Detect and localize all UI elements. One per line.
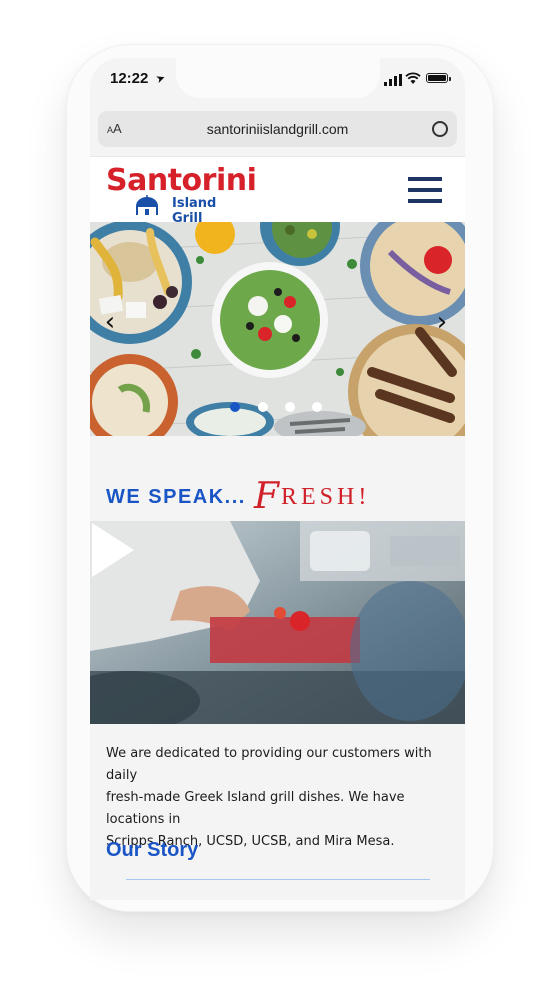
headline: WE SPEAK... F RESH! bbox=[106, 476, 456, 517]
chevron-left-icon[interactable]: ‹ bbox=[100, 309, 120, 335]
battery-icon bbox=[426, 73, 451, 83]
carousel-dot[interactable] bbox=[285, 402, 295, 412]
intro-line: fresh-made Greek Island grill dishes. We… bbox=[106, 790, 405, 827]
dome-chapel-icon bbox=[136, 195, 158, 215]
url-text[interactable]: santoriniislandgrill.com bbox=[98, 121, 457, 137]
headline-lead: WE SPEAK... bbox=[106, 486, 246, 508]
play-icon[interactable] bbox=[90, 521, 136, 579]
location-arrow-icon: ➤ bbox=[154, 71, 168, 87]
wifi-icon bbox=[405, 72, 421, 84]
headline-fresh-initial: F bbox=[254, 476, 279, 517]
notch bbox=[176, 58, 380, 98]
carousel-dot[interactable] bbox=[230, 402, 240, 412]
reload-icon[interactable] bbox=[432, 121, 448, 137]
kitchen-video-thumbnail bbox=[90, 521, 465, 724]
divider bbox=[126, 879, 430, 880]
headline-fresh-rest: RESH! bbox=[281, 484, 371, 510]
our-story-heading: Our Story bbox=[106, 839, 199, 861]
logo-name: Santorini bbox=[106, 163, 257, 198]
status-bar: 12:22 ➤ bbox=[90, 58, 465, 102]
carousel-dot[interactable] bbox=[312, 402, 322, 412]
hamburger-menu-icon[interactable] bbox=[408, 177, 442, 203]
food-carousel: ‹ › bbox=[90, 222, 465, 436]
intro-text: We are dedicated to providing our custom… bbox=[106, 743, 456, 853]
browser-address-bar[interactable]: AA santoriniislandgrill.com bbox=[98, 111, 457, 147]
chevron-right-icon[interactable]: › bbox=[432, 309, 452, 335]
carousel-dot[interactable] bbox=[258, 402, 268, 412]
status-time: 12:22 bbox=[110, 70, 149, 87]
site-header: Santorini Island Grill bbox=[90, 156, 465, 226]
cellular-signal-icon bbox=[384, 74, 402, 86]
site-logo[interactable]: Santorini Island Grill bbox=[106, 163, 257, 226]
carousel-indicators bbox=[230, 402, 330, 414]
intro-line: We are dedicated to providing our custom… bbox=[106, 746, 432, 783]
video-player[interactable] bbox=[90, 521, 465, 724]
phone-screen: 12:22 ➤ AA santoriniislandgrill.com Sant… bbox=[90, 58, 465, 900]
